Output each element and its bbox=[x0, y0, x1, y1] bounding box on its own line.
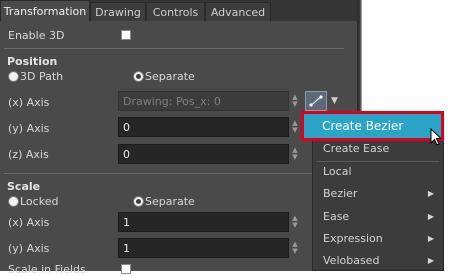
tab-bar: Transformation Drawing Controls Advanced bbox=[0, 0, 357, 21]
menu-separator bbox=[317, 161, 439, 162]
position-z-label: (z) Axis bbox=[8, 148, 49, 161]
tab-controls[interactable]: Controls bbox=[146, 2, 205, 21]
divider bbox=[4, 48, 344, 49]
scale-y-stepper[interactable]: ▲ ▼ bbox=[291, 241, 299, 255]
menu-item-create-bezier[interactable]: Create Bezier bbox=[301, 111, 444, 141]
position-x-field[interactable] bbox=[118, 91, 289, 111]
bezier-curve-icon bbox=[309, 95, 323, 107]
position-separate-label: Separate bbox=[145, 70, 195, 83]
scale-header: Scale bbox=[7, 180, 41, 193]
submenu-arrow-icon: ▶ bbox=[427, 234, 434, 243]
position-y-field[interactable] bbox=[118, 117, 289, 137]
submenu-arrow-icon: ▶ bbox=[427, 189, 434, 198]
menu-item-bezier[interactable]: Bezier bbox=[323, 187, 357, 200]
menu-item-expression[interactable]: Expression bbox=[323, 232, 383, 245]
position-3dpath-label: 3D Path bbox=[20, 70, 64, 83]
scale-x-stepper[interactable]: ▲ ▼ bbox=[291, 215, 299, 229]
enable-3d-label: Enable 3D bbox=[8, 29, 65, 42]
mouse-pointer-icon bbox=[430, 128, 443, 146]
menu-item-ease[interactable]: Ease bbox=[323, 210, 349, 223]
scale-separate-radio[interactable] bbox=[133, 196, 144, 207]
position-header: Position bbox=[7, 55, 58, 68]
divider bbox=[4, 173, 344, 174]
enable-3d-checkbox[interactable] bbox=[121, 30, 131, 40]
position-3dpath-radio[interactable] bbox=[8, 71, 19, 82]
menu-item-local[interactable]: Local bbox=[323, 165, 352, 178]
tab-advanced[interactable]: Advanced bbox=[205, 2, 271, 21]
tab-drawing[interactable]: Drawing bbox=[90, 2, 146, 21]
scale-locked-label: Locked bbox=[20, 195, 59, 208]
scale-in-fields-checkbox[interactable] bbox=[121, 264, 131, 274]
position-x-label: (x) Axis bbox=[8, 96, 50, 109]
scale-x-field[interactable] bbox=[118, 212, 289, 232]
scale-x-label: (x) Axis bbox=[8, 216, 50, 229]
position-y-stepper[interactable]: ▲ ▼ bbox=[291, 120, 299, 134]
position-x-stepper[interactable]: ▲ ▼ bbox=[291, 94, 299, 108]
tab-transformation[interactable]: Transformation bbox=[0, 0, 90, 21]
scale-y-field[interactable] bbox=[118, 238, 289, 258]
position-y-label: (y) Axis bbox=[8, 122, 50, 135]
position-separate-radio[interactable] bbox=[133, 71, 144, 82]
scale-in-fields-label: Scale in Fields bbox=[8, 263, 86, 276]
menu-item-velobased[interactable]: Velobased bbox=[323, 254, 379, 267]
menu-item-create-bezier-label: Create Bezier bbox=[322, 119, 404, 133]
scale-separate-label: Separate bbox=[145, 195, 195, 208]
scale-locked-radio[interactable] bbox=[8, 196, 19, 207]
function-curve-button[interactable] bbox=[305, 91, 327, 111]
submenu-arrow-icon: ▶ bbox=[427, 212, 434, 221]
submenu-arrow-icon: ▶ bbox=[427, 256, 434, 265]
menu-item-create-ease[interactable]: Create Ease bbox=[323, 142, 389, 155]
chevron-down-icon[interactable]: ▼ bbox=[331, 96, 338, 106]
scale-y-label: (y) Axis bbox=[8, 242, 50, 255]
position-z-field[interactable] bbox=[118, 144, 289, 164]
position-z-stepper[interactable]: ▲ ▼ bbox=[291, 147, 299, 161]
